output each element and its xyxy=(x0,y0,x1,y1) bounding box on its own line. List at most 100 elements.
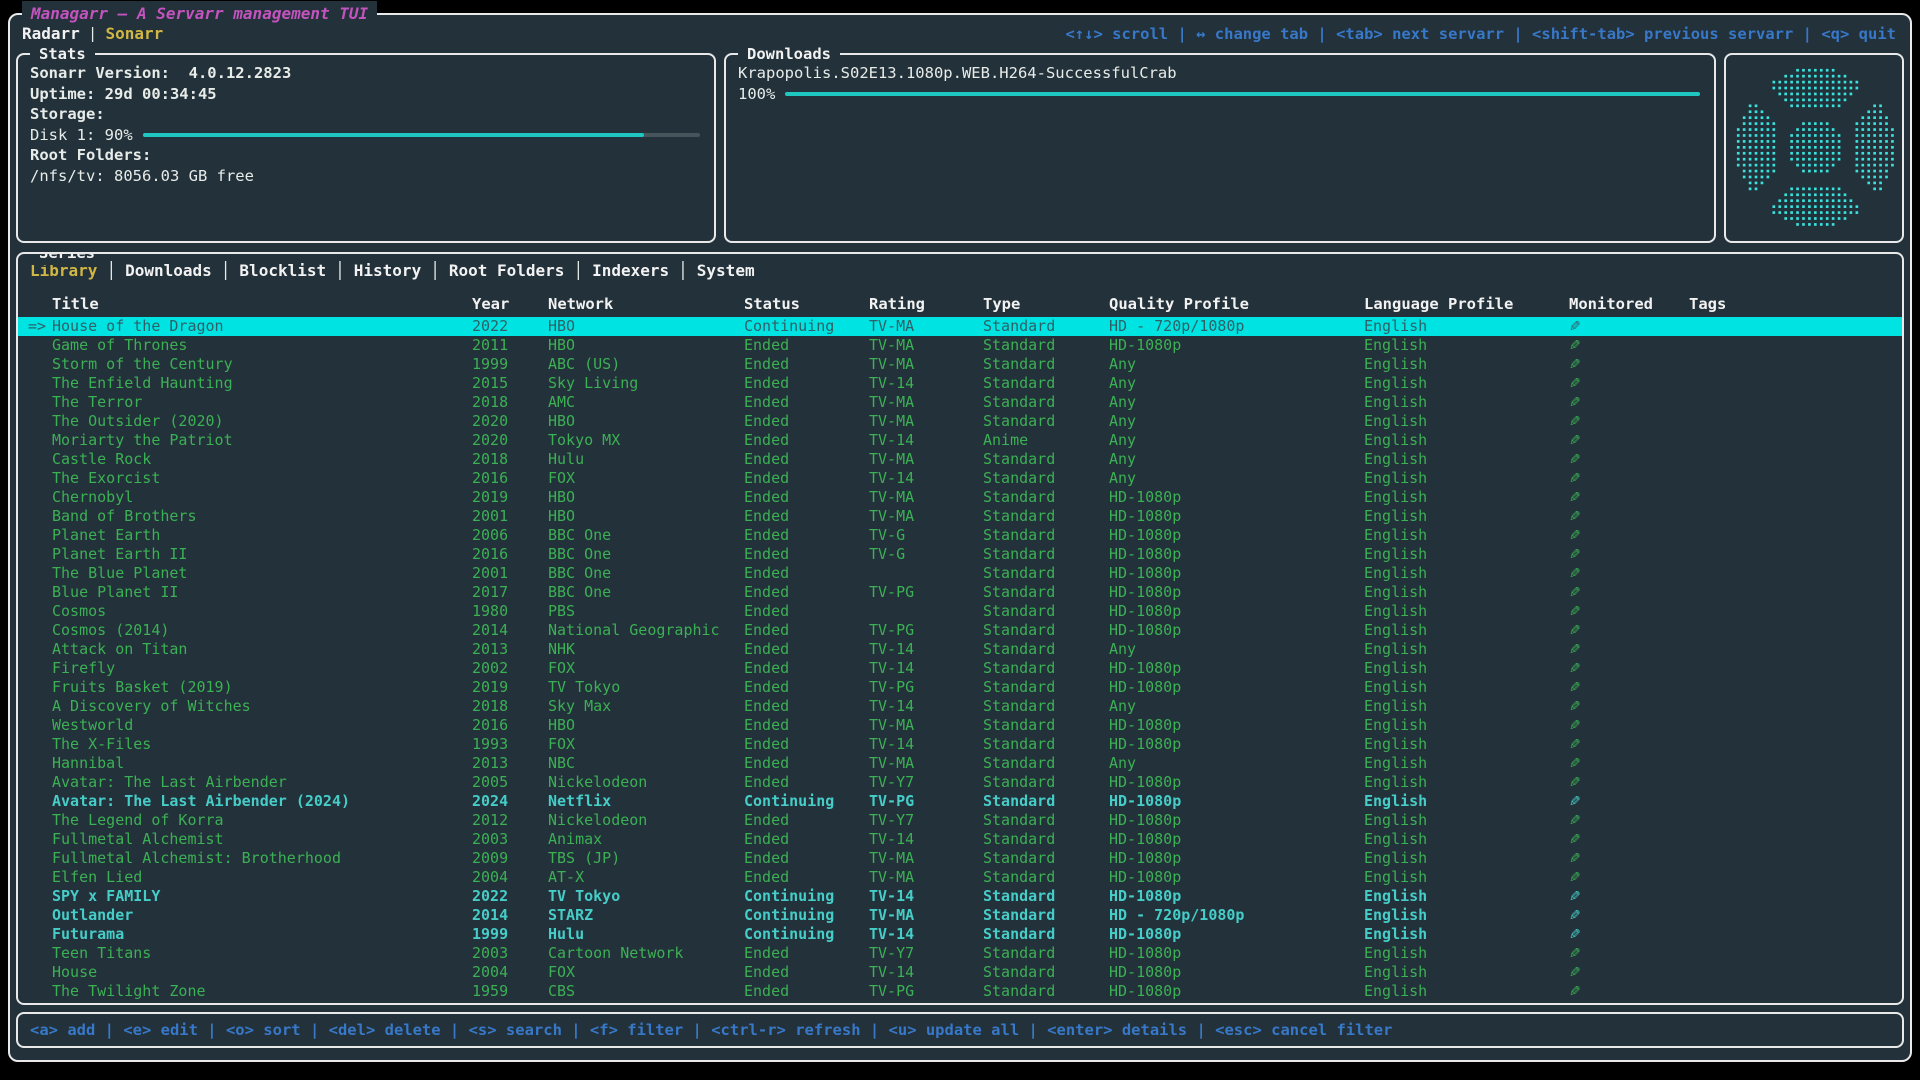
series-year: 2014 xyxy=(472,621,548,640)
series-language-profile: English xyxy=(1364,621,1569,640)
series-year: 2019 xyxy=(472,488,548,507)
table-row[interactable]: Castle Rock 2018 Hulu Ended TV-MA Standa… xyxy=(18,450,1902,469)
top-panels-row: Stats Sonarr Version: 4.0.12.2823 Uptime… xyxy=(16,53,1904,243)
series-title: Cosmos xyxy=(52,602,472,621)
tab-blocklist[interactable]: Blocklist xyxy=(239,261,326,280)
series-title: Firefly xyxy=(52,659,472,678)
series-type: Anime xyxy=(983,431,1109,450)
table-row[interactable]: Game of Thrones 2011 HBO Ended TV-MA Sta… xyxy=(18,336,1902,355)
series-quality-profile: HD-1080p xyxy=(1109,868,1364,887)
table-row[interactable]: The X-Files 1993 FOX Ended TV-14 Standar… xyxy=(18,735,1902,754)
series-status: Ended xyxy=(744,450,869,469)
series-type: Standard xyxy=(983,735,1109,754)
series-status: Ended xyxy=(744,868,869,887)
series-type: Standard xyxy=(983,526,1109,545)
table-row[interactable]: Elfen Lied 2004 AT-X Ended TV-MA Standar… xyxy=(18,868,1902,887)
monitored-pencil-icon: ✎ xyxy=(1569,469,1689,489)
top-keybindings: <↑↓> scroll | ↔ change tab | <tab> next … xyxy=(1065,25,1896,43)
table-row[interactable]: Band of Brothers 2001 HBO Ended TV-MA St… xyxy=(18,507,1902,526)
series-year: 2019 xyxy=(472,678,548,697)
series-rating: TV-PG xyxy=(869,678,983,697)
series-quality-profile: HD-1080p xyxy=(1109,583,1364,602)
tab-root-folders[interactable]: Root Folders xyxy=(449,261,565,280)
series-year: 2004 xyxy=(472,963,548,982)
table-row[interactable]: Hannibal 2013 NBC Ended TV-MA Standard A… xyxy=(18,754,1902,773)
series-quality-profile: Any xyxy=(1109,469,1364,488)
series-title: Cosmos (2014) xyxy=(52,621,472,640)
series-language-profile: English xyxy=(1364,982,1569,1001)
table-row[interactable]: The Blue Planet 2001 BBC One Ended Stand… xyxy=(18,564,1902,583)
table-row[interactable]: Moriarty the Patriot 2020 Tokyo MX Ended… xyxy=(18,431,1902,450)
tab-history[interactable]: History xyxy=(354,261,421,280)
table-row[interactable]: The Legend of Korra 2012 Nickelodeon End… xyxy=(18,811,1902,830)
monitored-pencil-icon: ✎ xyxy=(1569,735,1689,755)
table-row[interactable]: The Enfield Haunting 2015 Sky Living End… xyxy=(18,374,1902,393)
series-rating: TV-14 xyxy=(869,830,983,849)
table-row[interactable]: Planet Earth II 2016 BBC One Ended TV-G … xyxy=(18,545,1902,564)
tab-indexers[interactable]: Indexers xyxy=(592,261,669,280)
series-status: Ended xyxy=(744,545,869,564)
series-type: Standard xyxy=(983,659,1109,678)
table-row[interactable]: The Outsider (2020) 2020 HBO Ended TV-MA… xyxy=(18,412,1902,431)
table-row[interactable]: Fullmetal Alchemist 2003 Animax Ended TV… xyxy=(18,830,1902,849)
table-row[interactable]: Outlander 2014 STARZ Continuing TV-MA St… xyxy=(18,906,1902,925)
series-status: Ended xyxy=(744,488,869,507)
table-row[interactable]: The Terror 2018 AMC Ended TV-MA Standard… xyxy=(18,393,1902,412)
download-percent-label: 100% xyxy=(738,84,775,105)
table-row[interactable]: Cosmos (2014) 2014 National Geographic E… xyxy=(18,621,1902,640)
table-row[interactable]: Teen Titans 2003 Cartoon Network Ended T… xyxy=(18,944,1902,963)
series-rating: TV-MA xyxy=(869,754,983,773)
series-network: Sky Living xyxy=(548,374,744,393)
series-type: Standard xyxy=(983,982,1109,1001)
series-status: Ended xyxy=(744,678,869,697)
table-row[interactable]: The Exorcist 2016 FOX Ended TV-14 Standa… xyxy=(18,469,1902,488)
table-row[interactable]: Westworld 2016 HBO Ended TV-MA Standard … xyxy=(18,716,1902,735)
table-row[interactable]: The Twilight Zone 1959 CBS Ended TV-PG S… xyxy=(18,982,1902,1001)
series-rating: TV-14 xyxy=(869,963,983,982)
tab-downloads[interactable]: Downloads xyxy=(125,261,212,280)
series-network: BBC One xyxy=(548,564,744,583)
series-type: Standard xyxy=(983,716,1109,735)
table-row[interactable]: Fullmetal Alchemist: Brotherhood 2009 TB… xyxy=(18,849,1902,868)
table-row[interactable]: Avatar: The Last Airbender (2024) 2024 N… xyxy=(18,792,1902,811)
series-language-profile: English xyxy=(1364,792,1569,811)
series-status: Continuing xyxy=(744,317,869,336)
series-quality-profile: HD-1080p xyxy=(1109,773,1364,792)
series-status: Continuing xyxy=(744,792,869,811)
table-row[interactable]: Fruits Basket (2019) 2019 TV Tokyo Ended… xyxy=(18,678,1902,697)
series-language-profile: English xyxy=(1364,849,1569,868)
series-rating: TV-Y7 xyxy=(869,773,983,792)
monitored-pencil-icon: ✎ xyxy=(1569,678,1689,698)
series-title: Avatar: The Last Airbender (2024) xyxy=(52,792,472,811)
table-row[interactable]: Planet Earth 2006 BBC One Ended TV-G Sta… xyxy=(18,526,1902,545)
table-row[interactable]: Cosmos 1980 PBS Ended Standard HD-1080p … xyxy=(18,602,1902,621)
series-rating: TV-14 xyxy=(869,925,983,944)
table-row[interactable]: => House of the Dragon 2022 HBO Continui… xyxy=(18,317,1902,336)
series-status: Ended xyxy=(744,374,869,393)
table-row[interactable]: Chernobyl 2019 HBO Ended TV-MA Standard … xyxy=(18,488,1902,507)
table-row[interactable]: Attack on Titan 2013 NHK Ended TV-14 Sta… xyxy=(18,640,1902,659)
table-row[interactable]: Storm of the Century 1999 ABC (US) Ended… xyxy=(18,355,1902,374)
table-row[interactable]: Futurama 1999 Hulu Continuing TV-14 Stan… xyxy=(18,925,1902,944)
table-row[interactable]: House 2004 FOX Ended TV-14 Standard HD-1… xyxy=(18,963,1902,982)
table-row[interactable]: Firefly 2002 FOX Ended TV-14 Standard HD… xyxy=(18,659,1902,678)
download-item-name: Krapopolis.S02E13.1080p.WEB.H264-Success… xyxy=(738,63,1702,84)
monitored-pencil-icon: ✎ xyxy=(1569,412,1689,432)
monitored-pencil-icon: ✎ xyxy=(1569,621,1689,641)
table-row[interactable]: Blue Planet II 2017 BBC One Ended TV-PG … xyxy=(18,583,1902,602)
series-language-profile: English xyxy=(1364,735,1569,754)
series-rating: TV-MA xyxy=(869,716,983,735)
series-status: Continuing xyxy=(744,906,869,925)
table-row[interactable]: SPY x FAMILY 2022 TV Tokyo Continuing TV… xyxy=(18,887,1902,906)
series-language-profile: English xyxy=(1364,374,1569,393)
series-quality-profile: HD-1080p xyxy=(1109,659,1364,678)
table-row[interactable]: Avatar: The Last Airbender 2005 Nickelod… xyxy=(18,773,1902,792)
monitored-pencil-icon: ✎ xyxy=(1569,982,1689,1002)
series-title: Planet Earth II xyxy=(52,545,472,564)
col-title: Title xyxy=(52,295,472,313)
series-status: Ended xyxy=(744,412,869,431)
series-network: HBO xyxy=(548,507,744,526)
series-title: Hannibal xyxy=(52,754,472,773)
tab-system[interactable]: System xyxy=(697,261,755,280)
table-row[interactable]: A Discovery of Witches 2018 Sky Max Ende… xyxy=(18,697,1902,716)
